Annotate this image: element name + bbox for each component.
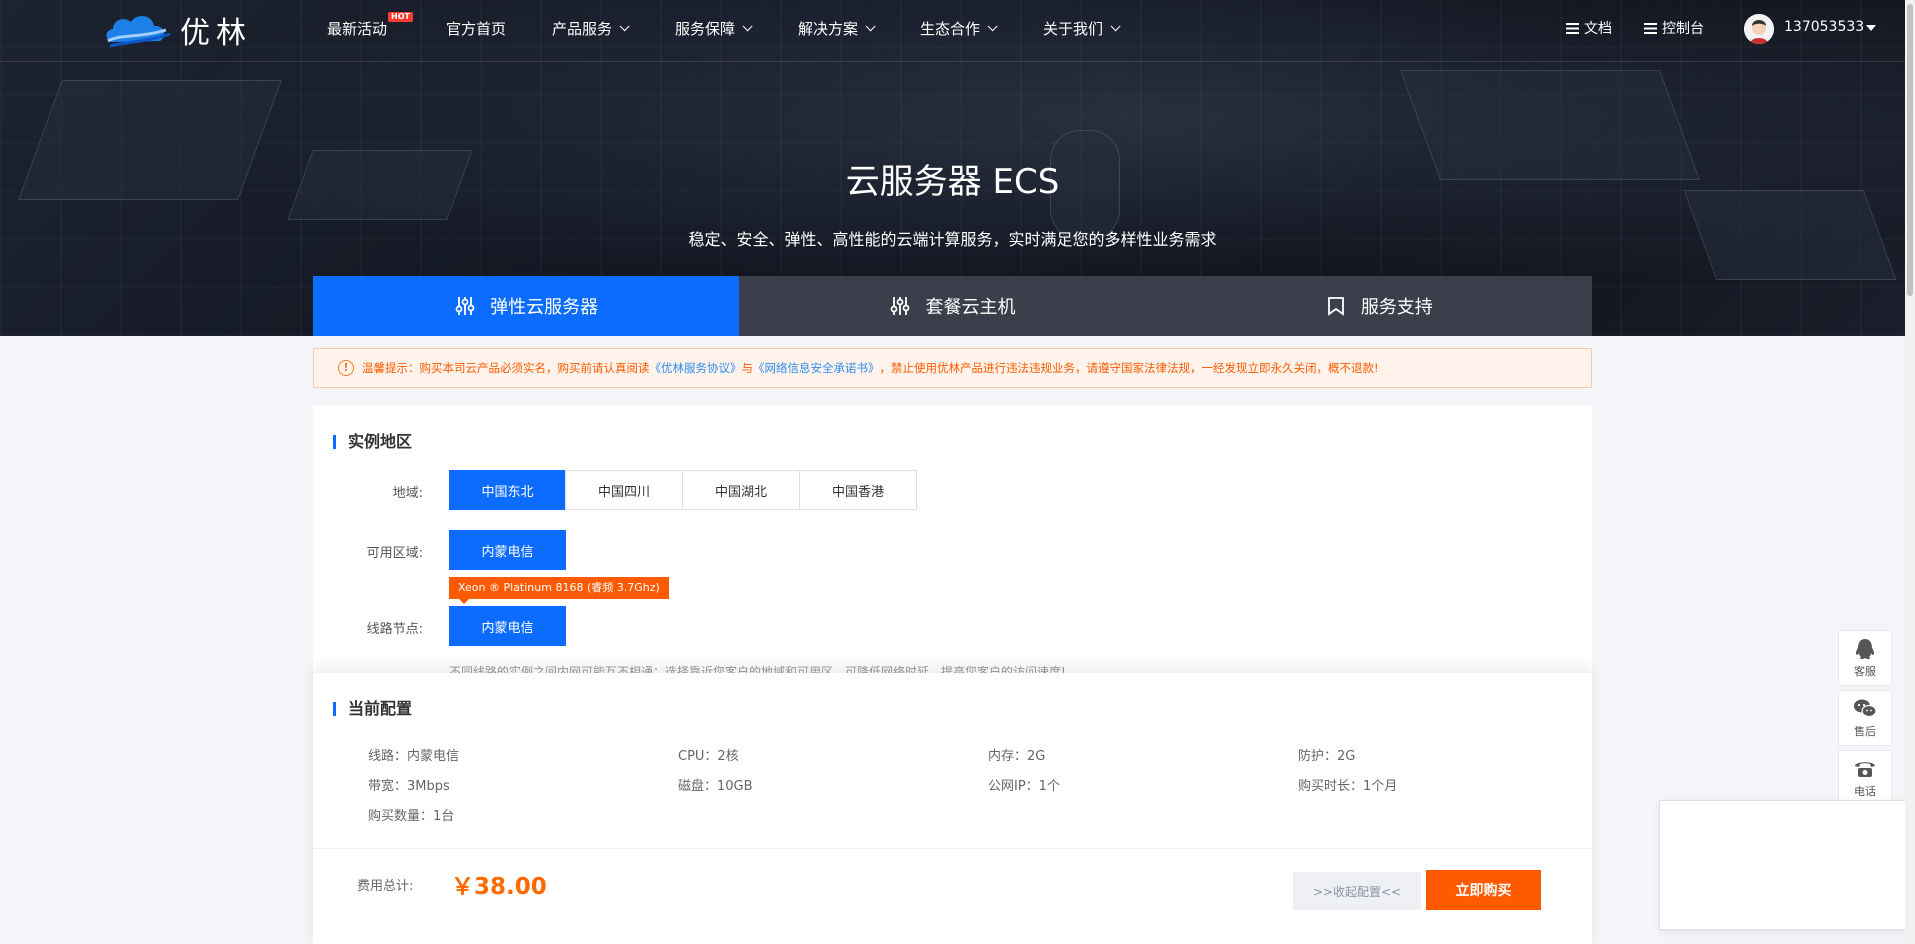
chevron-down-icon: [1110, 21, 1121, 32]
sliders-icon: [455, 297, 475, 315]
config-bandwidth: 带宽：3Mbps: [368, 779, 450, 794]
product-tabs: 弹性云服务器 套餐云主机 服务支持: [313, 276, 1592, 336]
sliders-icon: [891, 297, 910, 315]
region-option[interactable]: 中国湖北: [682, 470, 800, 510]
nav-item-label: 服务保障: [675, 20, 736, 38]
hot-badge: HOT: [388, 12, 413, 22]
total-price: ￥38.00: [451, 874, 547, 900]
console-link[interactable]: 控制台: [1644, 18, 1704, 38]
nav-item-label: 生态合作: [920, 20, 981, 38]
info-icon: !: [338, 360, 354, 376]
caret-down-icon[interactable]: [1866, 25, 1876, 31]
tab-package-host[interactable]: 套餐云主机: [739, 276, 1165, 336]
region-label: 地域:: [392, 486, 423, 501]
notice-text: ，禁止使用优林产品进行违法违规业务，请遵守国家法律法规，一经发现立即永久关闭，概…: [879, 361, 1379, 375]
chevron-down-icon: [987, 21, 998, 32]
tab-service-support[interactable]: 服务支持: [1166, 276, 1592, 336]
hero-banner: 优林 最新活动 HOT 官方首页 产品服务 服务保障 解决方案 生态合作 关于我…: [0, 0, 1905, 336]
float-label: 售后: [1854, 725, 1876, 738]
section-title-config: 当前配置: [333, 701, 412, 717]
console-label: 控制台: [1662, 21, 1704, 37]
float-label: 客服: [1854, 665, 1876, 678]
list-icon: [1644, 22, 1657, 34]
chevron-down-icon: [742, 21, 753, 32]
qq-penguin-icon: [1855, 639, 1875, 659]
current-config-panel: 当前配置 线路：内蒙电信 CPU：2核 内存：2G 防护：2G 带宽：3Mbps…: [313, 673, 1592, 944]
nav-item-solutions[interactable]: 解决方案: [798, 18, 876, 39]
username[interactable]: 137053533: [1784, 19, 1864, 35]
tab-label: 服务支持: [1360, 297, 1433, 318]
service-agreement-link[interactable]: 《优林服务协议》: [650, 360, 742, 376]
nav-item-about[interactable]: 关于我们: [1043, 18, 1121, 39]
docs-link[interactable]: 文档: [1566, 18, 1612, 38]
config-public-ip: 公网IP：1个: [988, 779, 1060, 794]
avatar[interactable]: [1744, 14, 1774, 44]
config-cpu: CPU：2核: [678, 749, 739, 764]
tab-elastic-server[interactable]: 弹性云服务器: [313, 276, 740, 336]
docs-label: 文档: [1584, 21, 1612, 37]
zone-label: 可用区域:: [366, 546, 423, 561]
nav-item-home[interactable]: 官方首页: [446, 18, 506, 39]
page-subtitle: 稳定、安全、弹性、高性能的云端计算服务，实时满足您的多样性业务需求: [688, 230, 1217, 249]
nav-item-ecosystem[interactable]: 生态合作: [920, 18, 998, 39]
nav-item-label: 解决方案: [798, 20, 859, 38]
cloud-logo-icon: [106, 16, 171, 48]
cpu-model-tag: Xeon ® Platinum 8168 (睿频 3.7Ghz): [449, 577, 669, 604]
config-disk: 磁盘：10GB: [678, 779, 753, 794]
config-memory: 内存：2G: [988, 749, 1046, 764]
wechat-service-button[interactable]: 售后: [1838, 690, 1892, 746]
brand-name: 优林: [180, 16, 252, 51]
wechat-icon: [1854, 699, 1877, 718]
scrollbar-thumb[interactable]: [1907, 4, 1913, 296]
bookmark-icon: [1327, 297, 1344, 316]
user-avatar-icon: [1744, 14, 1774, 44]
collapse-config-button[interactable]: >>收起配置<<: [1293, 872, 1421, 910]
divider: [313, 848, 1592, 849]
total-label: 费用总计:: [357, 879, 414, 894]
nav-item-label: 关于我们: [1043, 20, 1104, 38]
notice-text: 与: [741, 361, 754, 375]
top-navigation: 优林 最新活动 HOT 官方首页 产品服务 服务保障 解决方案 生态合作 关于我…: [0, 0, 1905, 62]
region-option[interactable]: 中国香港: [799, 470, 917, 510]
section-title-region: 实例地区: [333, 434, 412, 450]
chevron-down-icon: [619, 21, 630, 32]
line-label: 线路节点:: [366, 622, 423, 637]
buy-now-button[interactable]: 立即购买: [1426, 870, 1541, 910]
float-label: 电话: [1854, 785, 1876, 798]
page-title: 云服务器 ECS: [845, 162, 1060, 202]
nav-item-latest[interactable]: 最新活动: [327, 18, 387, 39]
tab-label: 套餐云主机: [925, 297, 1016, 318]
zone-option[interactable]: 内蒙电信: [449, 530, 566, 570]
security-pledge-link[interactable]: 《网络信息安全承诺书》: [753, 360, 880, 376]
nav-item-label: 官方首页: [446, 20, 507, 38]
nav-item-products[interactable]: 产品服务: [552, 18, 630, 39]
config-line: 线路：内蒙电信: [368, 749, 460, 764]
qq-service-button[interactable]: 客服: [1838, 630, 1892, 686]
region-option[interactable]: 中国四川: [565, 470, 683, 510]
brand-logo[interactable]: 优林: [100, 8, 252, 52]
tab-label: 弹性云服务器: [490, 297, 599, 318]
nav-item-label: 产品服务: [552, 20, 613, 38]
chevron-down-icon: [865, 21, 876, 32]
line-option[interactable]: 内蒙电信: [449, 606, 566, 646]
region-option[interactable]: 中国东北: [449, 470, 566, 510]
float-popup-panel: [1659, 800, 1910, 930]
instance-region-card: 实例地区 地域: 中国东北 中国四川 中国湖北 中国香港 可用区域: 内蒙电信 …: [313, 405, 1592, 675]
notice-text: 温馨提示：购买本司云产品必须实名，购买前请认真阅读: [362, 361, 650, 375]
config-duration: 购买时长：1个月: [1298, 779, 1398, 794]
nav-item-service[interactable]: 服务保障: [675, 18, 753, 39]
config-protection: 防护：2G: [1298, 749, 1356, 764]
phone-service-button[interactable]: 电话: [1838, 750, 1892, 806]
nav-item-label: 最新活动: [327, 20, 388, 38]
config-quantity: 购买数量：1台: [368, 809, 455, 824]
notice-bar: ! 温馨提示：购买本司云产品必须实名，购买前请认真阅读 《优林服务协议》 与 《…: [313, 348, 1592, 388]
phone-icon: [1855, 762, 1875, 777]
list-icon: [1566, 22, 1579, 34]
